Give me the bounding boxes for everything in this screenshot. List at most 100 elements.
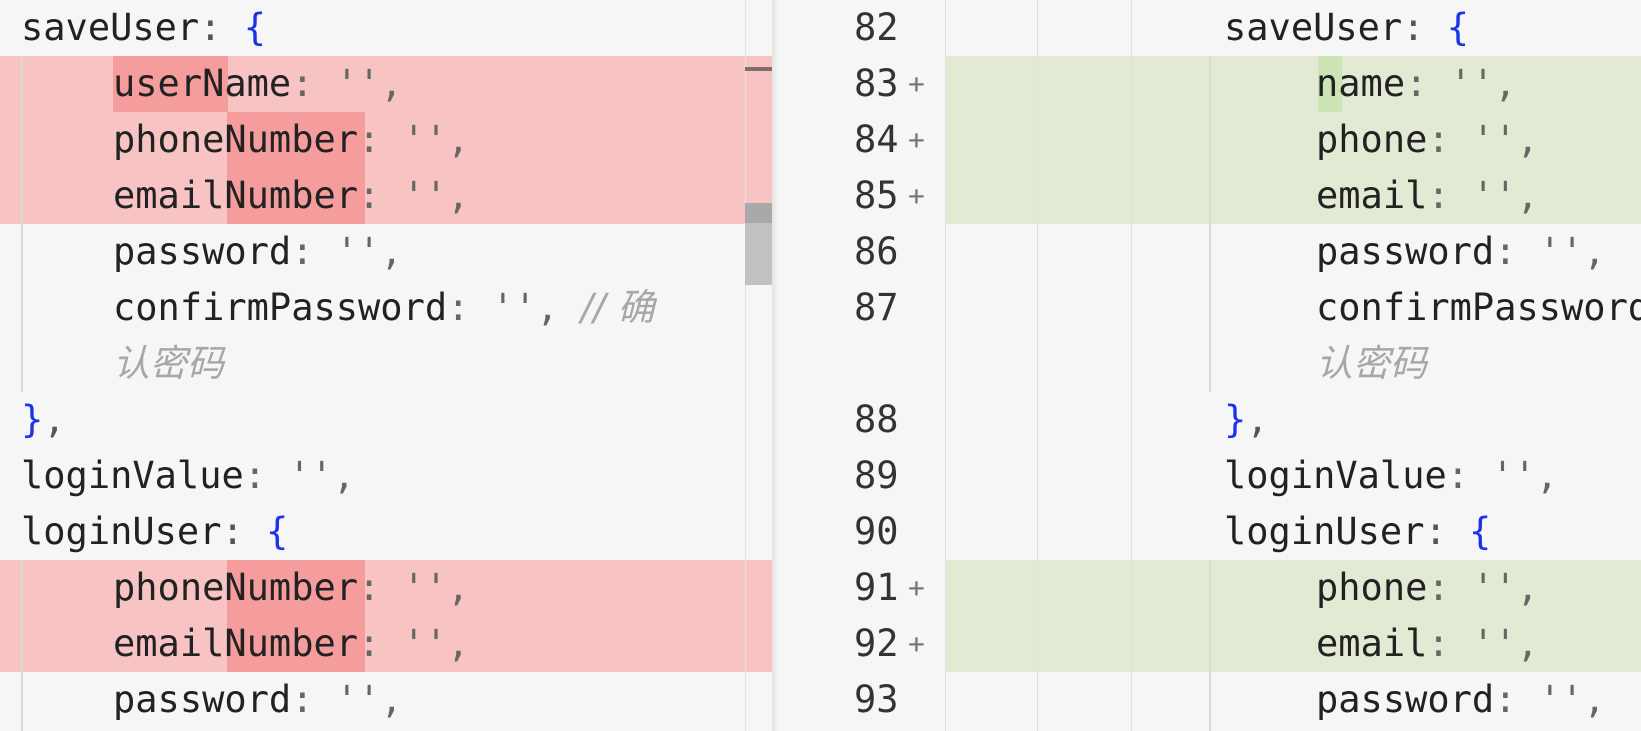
value: : '', [358, 622, 470, 665]
modified-file-pane[interactable]: 82 83 + 84 + 85 + 86 87 88 89 90 91 + 92… [772, 0, 1641, 731]
gutter-separator [1131, 0, 1132, 731]
added-line-marker: + [908, 627, 925, 660]
diff-viewer: saveUser: { userName: '', phoneNumber: '… [0, 0, 1641, 731]
code-line: }, [1224, 392, 1269, 448]
value: : '', [1427, 118, 1539, 161]
code-line: userName: '', [113, 56, 403, 112]
punctuation: : [221, 510, 267, 553]
line-number: 91 [854, 566, 899, 609]
property-key: password [1316, 678, 1495, 721]
indent-guide [21, 560, 23, 731]
property-key: loginValue [21, 454, 244, 497]
open-brace: { [1446, 6, 1470, 49]
overview-ruler-marker [745, 67, 772, 71]
code-line: loginValue: '', [1224, 448, 1558, 504]
line-number: 87 [854, 286, 899, 329]
line-number: 82 [854, 6, 899, 49]
added-line-marker: + [908, 123, 925, 156]
property-key: saveUser [1224, 6, 1403, 49]
code-comment: 认密码 [1316, 342, 1427, 385]
line-number: 89 [854, 454, 899, 497]
code-line: phone: '', [1316, 560, 1539, 616]
overview-ruler [745, 0, 746, 731]
code-line: saveUser: { [21, 0, 266, 56]
code-line: }, [21, 392, 66, 448]
value: : '', [1494, 678, 1606, 721]
close-brace: } [1224, 398, 1247, 441]
original-file-pane[interactable]: saveUser: { userName: '', phoneNumber: '… [0, 0, 772, 731]
code-line: loginValue: '', [21, 448, 355, 504]
gutter-separator [945, 0, 946, 731]
code-line: password: '', [113, 224, 403, 280]
value: : '', [447, 286, 581, 329]
line-number: 85 [854, 174, 899, 217]
code-comment: 认密码 [113, 342, 224, 385]
property-key: phone [1316, 118, 1428, 161]
value: : '', [1427, 622, 1539, 665]
punctuation: : [199, 6, 244, 49]
value: : '', [1405, 62, 1517, 105]
code-line: password: '', [1316, 224, 1606, 280]
added-line-marker: + [908, 179, 925, 212]
line-number: 83 [854, 62, 899, 105]
property-key: emailNumber [113, 622, 359, 665]
property-key: password [1316, 230, 1495, 273]
property-key: password [113, 230, 292, 273]
line-number: 86 [854, 230, 899, 273]
line-number: 90 [854, 510, 899, 553]
open-brace: { [1469, 510, 1492, 553]
value: : '', [243, 454, 356, 497]
code-line: name: '', [1316, 56, 1517, 112]
code-line: phone: '', [1316, 112, 1539, 168]
code-line: phoneNumber: '', [113, 560, 469, 616]
value: : '', [291, 678, 403, 721]
code-line: password: '', [113, 672, 403, 728]
property-key: phoneNumber [113, 118, 359, 161]
property-key: phoneNumber [113, 566, 359, 609]
code-line: phoneNumber: '', [113, 112, 469, 168]
line-number: 84 [854, 118, 899, 161]
value: : '', [358, 118, 470, 161]
open-brace: { [266, 510, 289, 553]
property-key: emailNumber [113, 174, 359, 217]
punctuation: , [43, 398, 66, 441]
code-line: loginUser: { [21, 504, 288, 560]
property-key: loginUser [1224, 510, 1425, 553]
added-line-marker: + [908, 571, 925, 604]
property-key: email [1316, 622, 1428, 665]
property-key: phone [1316, 566, 1428, 609]
code-line: emailNumber: '', [113, 168, 469, 224]
indent-guide [1209, 56, 1211, 392]
line-number: 93 [854, 678, 899, 721]
code-line: email: '', [1316, 616, 1539, 672]
punctuation: : [1402, 6, 1447, 49]
property-key: name [1316, 62, 1406, 105]
code-line: 认密码 [1316, 336, 1427, 392]
value: : '', [1427, 566, 1539, 609]
value: : '', [358, 566, 470, 609]
property-key: confirmPassword [1316, 286, 1641, 329]
code-line: confirmPassword: '', // 确 [113, 280, 655, 336]
indent-guide [21, 56, 23, 392]
close-brace: } [21, 398, 44, 441]
open-brace: { [243, 6, 267, 49]
value: : '', [291, 62, 403, 105]
property-key: password [113, 678, 292, 721]
line-number-gutter: 82 83 + 84 + 85 + 86 87 88 89 90 91 + 92… [772, 0, 945, 731]
code-line: password: '', [1316, 672, 1606, 728]
line-number: 88 [854, 398, 899, 441]
code-line: email: '', [1316, 168, 1539, 224]
line-number: 92 [854, 622, 899, 665]
code-line: emailNumber: '', [113, 616, 469, 672]
property-key: email [1316, 174, 1428, 217]
value: : '', [1494, 230, 1606, 273]
property-key: loginUser [21, 510, 222, 553]
code-line: confirmPassword [1316, 280, 1641, 336]
indent-guide [1209, 560, 1211, 731]
value: : '', [358, 174, 470, 217]
scrollbar-thumb-cap [745, 203, 772, 223]
property-key: saveUser [21, 6, 200, 49]
property-key: userName [113, 62, 292, 105]
punctuation: , [1246, 398, 1269, 441]
value: : '', [1446, 454, 1559, 497]
